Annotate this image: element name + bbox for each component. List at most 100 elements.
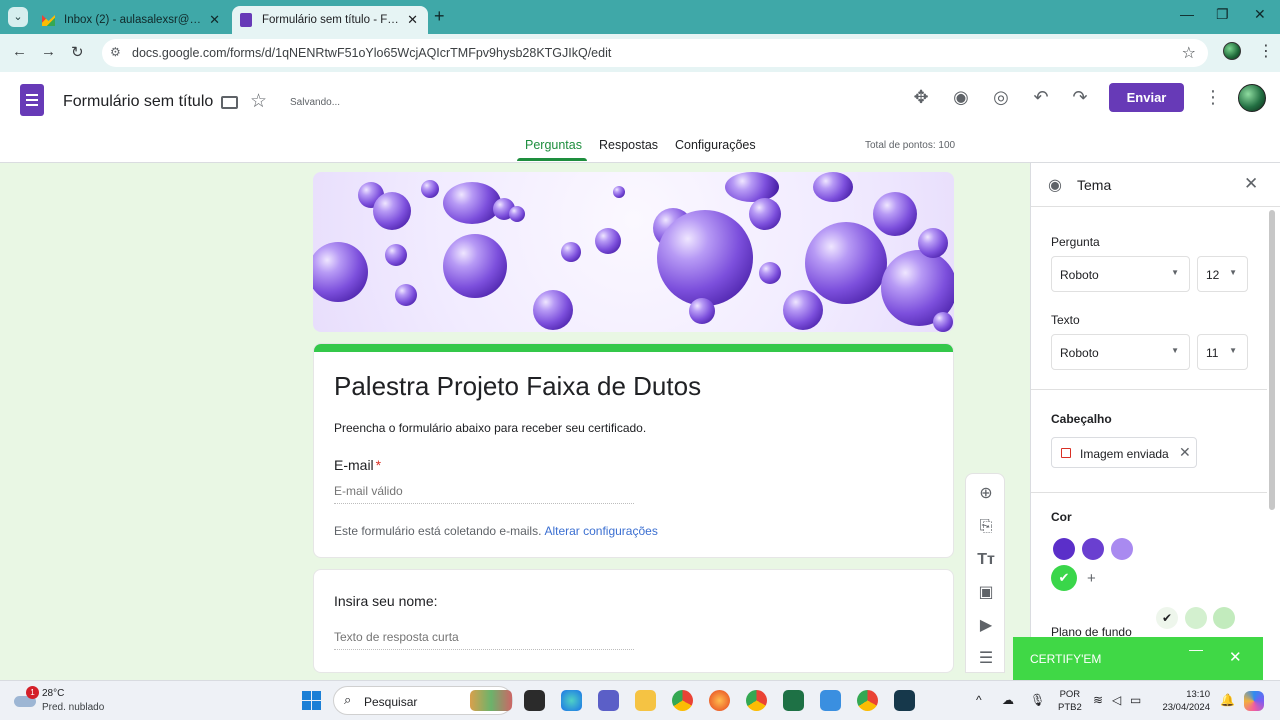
background-swatch[interactable] [1213, 607, 1235, 629]
floating-toolbar: ⊕ ⎘ Tт ▣ ▶ ☰ [965, 473, 1005, 673]
text-font-select[interactable]: Roboto ▼ [1051, 334, 1190, 370]
chevron-up-icon[interactable]: ^ [976, 693, 982, 707]
tab-search-button[interactable]: ⌄ [8, 7, 28, 27]
app-icon[interactable] [894, 690, 915, 711]
close-icon[interactable]: ✕ [1229, 648, 1242, 666]
close-tab-icon[interactable]: ✕ [209, 9, 220, 31]
add-image-icon[interactable]: ▣ [974, 581, 998, 605]
file-explorer-icon[interactable] [635, 690, 656, 711]
redo-icon[interactable]: ↷ [1068, 87, 1092, 108]
onedrive-icon[interactable]: ☁ [1002, 693, 1014, 707]
star-icon[interactable]: ☆ [250, 90, 267, 113]
language-indicator[interactable]: POR PTB2 [1058, 688, 1082, 714]
close-icon[interactable]: ✕ [1244, 174, 1258, 194]
chrome-icon[interactable] [672, 690, 693, 711]
tab-perguntas[interactable]: Perguntas [525, 138, 582, 152]
form-title[interactable]: Palestra Projeto Faixa de Dutos [334, 371, 701, 402]
import-questions-icon[interactable]: ⎘ [974, 515, 998, 539]
question-card[interactable]: Insira seu nome: [313, 569, 954, 673]
add-title-icon[interactable]: Tт [974, 548, 998, 572]
divider [1031, 389, 1267, 390]
remove-image-icon[interactable]: ✕ [1179, 444, 1191, 461]
chrome-profile-icon[interactable] [746, 690, 767, 711]
copilot-icon[interactable] [1244, 691, 1264, 711]
panel-scrollbar[interactable] [1269, 210, 1275, 510]
omnibox[interactable]: ⚙ docs.google.com/forms/d/1qNENRtwF51oYl… [102, 39, 1208, 67]
new-tab-button[interactable]: + [434, 6, 445, 27]
background-swatch[interactable]: ✔ [1156, 607, 1178, 629]
add-video-icon[interactable]: ▶ [974, 614, 998, 638]
bookmark-star-icon[interactable]: ☆ [1182, 43, 1196, 63]
browser-profile-avatar[interactable] [1223, 42, 1241, 60]
address-toolbar: ← → ↻ ⚙ docs.google.com/forms/d/1qNENRtw… [0, 34, 1280, 72]
divider [1031, 492, 1267, 493]
tab-forms[interactable]: Formulário sem título - Formulários Goog… [232, 6, 428, 34]
question-title[interactable]: Insira seu nome: [334, 593, 438, 609]
windows-start-icon[interactable] [302, 691, 321, 710]
clock[interactable]: 13:10 23/04/2024 [1152, 688, 1210, 714]
question-size-select[interactable]: 12 ▼ [1197, 256, 1248, 292]
back-arrow-icon[interactable]: ← [12, 43, 27, 60]
maximize-window-button[interactable]: ❐ [1216, 6, 1229, 23]
color-swatch[interactable] [1053, 538, 1075, 560]
email-field[interactable] [334, 484, 634, 504]
site-info-icon[interactable]: ⚙ [110, 45, 121, 59]
close-tab-icon[interactable]: ✕ [407, 9, 418, 31]
required-asterisk: * [375, 457, 382, 473]
text-size-select[interactable]: 11 ▼ [1197, 334, 1248, 370]
weather-temperature[interactable]: 28°C [42, 688, 64, 699]
forward-arrow-icon[interactable]: → [41, 43, 56, 60]
form-description[interactable]: Preencha o formulário abaixo para recebe… [334, 421, 646, 435]
firefox-icon[interactable] [709, 690, 730, 711]
wifi-icon[interactable]: ≋ [1093, 693, 1103, 707]
chevron-down-icon: ▼ [1229, 268, 1237, 277]
add-color-icon[interactable]: + [1087, 570, 1096, 587]
form-title-card[interactable]: Palestra Projeto Faixa de Dutos Preencha… [313, 343, 954, 558]
color-swatch[interactable] [1082, 538, 1104, 560]
send-button[interactable]: Enviar [1109, 83, 1184, 112]
browser-menu-icon[interactable]: ⋮ [1258, 41, 1274, 61]
chrome-active-icon[interactable] [857, 690, 878, 711]
excel-icon[interactable] [783, 690, 804, 711]
question-font-select[interactable]: Roboto ▼ [1051, 256, 1190, 292]
chevron-down-icon: ▼ [1229, 346, 1237, 355]
more-options-icon[interactable]: ⋮ [1204, 87, 1222, 108]
undo-icon[interactable]: ↶ [1029, 87, 1053, 108]
microphone-icon[interactable]: 🎙 [1030, 693, 1045, 707]
edge-icon[interactable] [561, 690, 582, 711]
close-window-button[interactable]: ✕ [1254, 6, 1266, 23]
forms-logo-icon[interactable] [20, 84, 44, 116]
url-text[interactable]: docs.google.com/forms/d/1qNENRtwF51oYlo6… [132, 46, 611, 60]
volume-icon[interactable]: ◁ [1112, 693, 1121, 707]
selected-color-swatch[interactable]: ✔ [1051, 565, 1077, 591]
color-swatch[interactable] [1111, 538, 1133, 560]
tab-gmail[interactable]: Inbox (2) - aulasalexsr@gmail.com ✕ [34, 6, 230, 34]
folder-icon[interactable] [221, 96, 238, 109]
battery-icon[interactable]: ▭ [1130, 693, 1141, 707]
weather-condition[interactable]: Pred. nublado [42, 702, 104, 713]
addons-puzzle-icon[interactable]: ✥ [909, 87, 933, 108]
add-section-icon[interactable]: ☰ [974, 647, 998, 671]
teams-icon[interactable] [598, 690, 619, 711]
document-title[interactable]: Formulário sem título [63, 93, 213, 111]
photos-icon[interactable] [820, 690, 841, 711]
search-highlight-icon[interactable] [470, 690, 512, 711]
palette-icon[interactable]: ◉ [949, 87, 973, 108]
certifyem-popup[interactable]: CERTIFY'EM — ✕ [1013, 637, 1263, 680]
background-swatch[interactable] [1185, 607, 1207, 629]
account-avatar[interactable] [1238, 84, 1266, 112]
theme-panel: ◉ Tema ✕ Pergunta Roboto ▼ 12 ▼ Texto Robo… [1030, 163, 1280, 680]
tab-configuracoes[interactable]: Configurações [675, 138, 756, 152]
taskview-icon[interactable] [524, 690, 545, 711]
tab-title: Formulário sem título - Formulários Goog… [262, 14, 402, 26]
tab-respostas[interactable]: Respostas [599, 138, 658, 152]
preview-eye-icon[interactable]: ◎ [989, 87, 1013, 108]
change-settings-link[interactable]: Alterar configurações [544, 524, 657, 538]
header-image-chip[interactable]: Imagem enviada ✕ [1051, 437, 1197, 468]
minimize-icon[interactable]: — [1189, 641, 1203, 657]
header-image[interactable] [313, 172, 954, 332]
minimize-window-button[interactable]: — [1180, 6, 1194, 22]
add-question-icon[interactable]: ⊕ [974, 482, 998, 506]
reload-icon[interactable]: ↻ [71, 43, 84, 61]
notifications-icon[interactable]: 🔔 [1220, 693, 1235, 707]
